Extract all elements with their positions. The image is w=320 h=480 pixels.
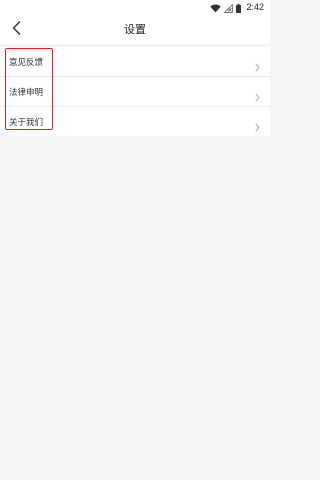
chevron-right-icon [255,87,260,106]
status-bar: 2:42 [0,0,270,14]
settings-list: 意见反馈 法律申明 关于我们 [0,47,270,136]
page-title: 设置 [124,23,146,36]
settings-item-label: 关于我们 [9,117,44,128]
settings-item-about[interactable]: 关于我们 [0,107,270,136]
settings-item-label: 意见反馈 [9,57,44,68]
chevron-right-icon [255,57,260,76]
settings-item-label: 法律申明 [9,87,44,98]
status-icons: 2:42 [210,1,264,13]
settings-item-legal[interactable]: 法律申明 [0,77,270,107]
settings-item-feedback[interactable]: 意见反馈 [0,47,270,77]
chevron-right-icon [255,117,260,136]
status-time: 2:42 [246,2,264,12]
nav-bar: 设置 [0,14,270,44]
